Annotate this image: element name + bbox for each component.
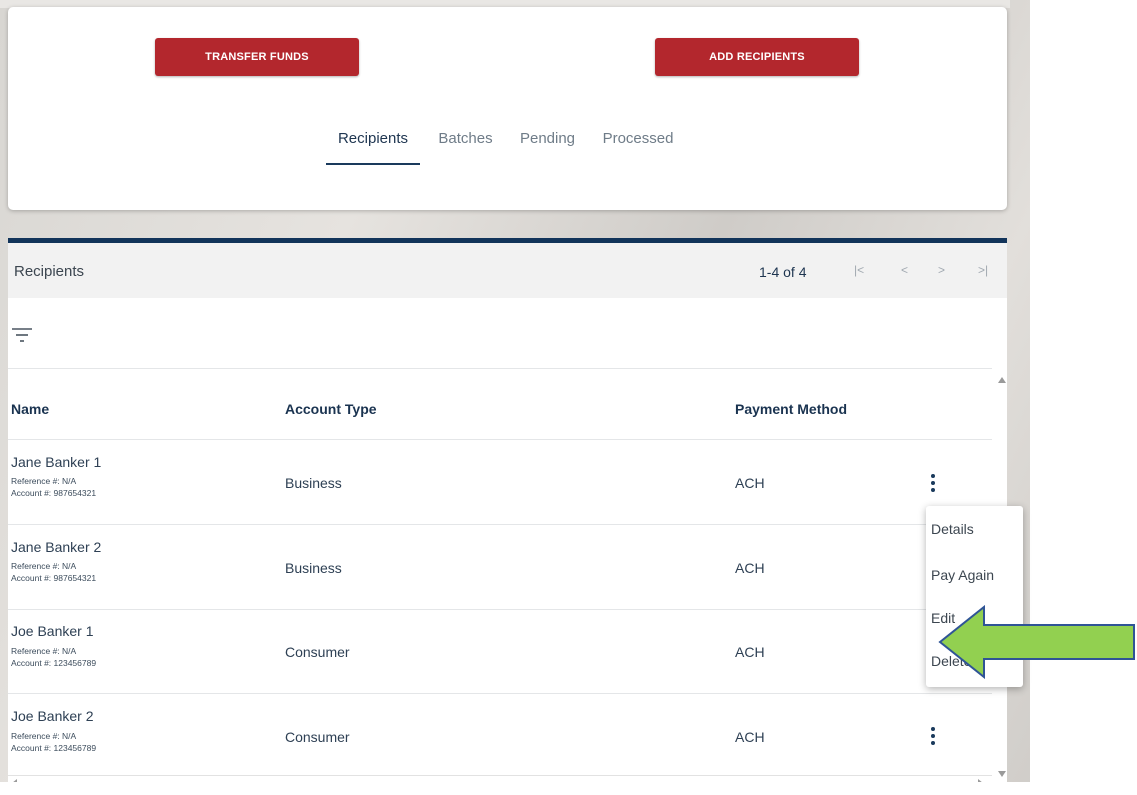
recipient-account: Account #: 987654321	[11, 488, 97, 498]
recipient-reference: Reference #: N/A	[11, 646, 77, 656]
column-header-payment-method[interactable]: Payment Method	[735, 401, 847, 417]
add-recipients-button[interactable]: ADD RECIPIENTS	[655, 38, 859, 76]
divider	[8, 524, 992, 525]
more-vertical-icon[interactable]	[927, 725, 939, 747]
recipient-account: Account #: 123456789	[11, 658, 97, 668]
recipient-name: Jane Banker 2	[11, 539, 102, 555]
panel-title: Recipients	[14, 263, 85, 280]
account-type-cell: Business	[285, 475, 342, 491]
page-count: 1-4 of 4	[759, 264, 807, 280]
last-page-button[interactable]: >|	[978, 263, 988, 277]
tab-bar: Recipients Batches Pending Processed	[8, 125, 1007, 165]
horizontal-scrollbar[interactable]	[8, 775, 992, 782]
scroll-right-icon[interactable]	[978, 779, 983, 782]
scroll-left-icon[interactable]	[12, 779, 17, 782]
account-type-cell: Consumer	[285, 644, 350, 660]
recipient-account: Account #: 987654321	[11, 573, 97, 583]
background-margin-bottom	[0, 782, 1137, 795]
account-type-cell: Consumer	[285, 729, 350, 745]
menu-item-pay-again[interactable]: Pay Again	[931, 567, 994, 583]
payment-method-cell: ACH	[735, 729, 765, 745]
payment-method-cell: ACH	[735, 644, 765, 660]
tab-batches[interactable]: Batches	[436, 125, 495, 165]
recipient-name: Joe Banker 2	[11, 708, 94, 724]
account-type-cell: Business	[285, 560, 342, 576]
transfer-funds-button[interactable]: TRANSFER FUNDS	[155, 38, 359, 76]
column-header-name[interactable]: Name	[11, 401, 49, 417]
divider	[8, 609, 992, 610]
payment-method-cell: ACH	[735, 560, 765, 576]
divider	[8, 439, 992, 440]
scroll-down-button[interactable]	[998, 771, 1006, 777]
more-vertical-icon[interactable]	[927, 472, 939, 494]
next-page-button[interactable]: >	[938, 263, 945, 277]
recipients-panel: Recipients 1-4 of 4 |< < > >| Name Accou…	[8, 238, 1007, 782]
scroll-up-button[interactable]	[998, 377, 1006, 383]
column-header-account-type[interactable]: Account Type	[285, 401, 377, 417]
recipient-account: Account #: 123456789	[11, 743, 97, 753]
recipient-reference: Reference #: N/A	[11, 476, 77, 486]
recipient-name: Jane Banker 1	[11, 454, 102, 470]
first-page-button[interactable]: |<	[854, 263, 864, 277]
menu-item-details[interactable]: Details	[931, 521, 974, 537]
recipient-name: Joe Banker 1	[11, 623, 94, 639]
arrow-left-icon	[938, 605, 1135, 679]
recipient-reference: Reference #: N/A	[11, 731, 77, 741]
payment-method-cell: ACH	[735, 475, 765, 491]
prev-page-button[interactable]: <	[901, 263, 908, 277]
tab-pending[interactable]: Pending	[512, 125, 583, 165]
panel-header: Recipients 1-4 of 4 |< < > >|	[8, 243, 1007, 298]
divider	[8, 368, 992, 369]
tab-recipients[interactable]: Recipients	[326, 125, 420, 165]
filter-icon[interactable]	[11, 325, 33, 345]
actions-card: TRANSFER FUNDS ADD RECIPIENTS Recipients…	[8, 7, 1007, 210]
tab-processed[interactable]: Processed	[599, 125, 677, 165]
recipient-reference: Reference #: N/A	[11, 561, 77, 571]
divider	[8, 693, 992, 694]
